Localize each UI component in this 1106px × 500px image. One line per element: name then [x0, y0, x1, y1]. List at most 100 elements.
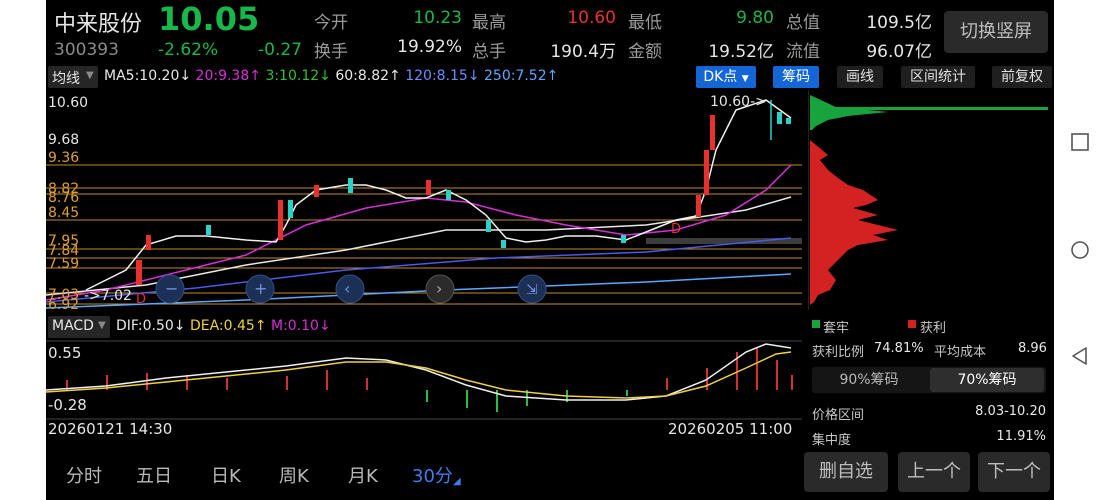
dropdown-icon: ▼	[98, 320, 106, 331]
minus-icon: −	[165, 279, 178, 298]
next-stock-button[interactable]: 下一个	[978, 452, 1050, 492]
concentration-label: 集中度	[812, 433, 852, 448]
stock-app: 中来股份 10.05 300393 -2.62% -0.27 今开 10.23 …	[46, 0, 1054, 500]
price-axis-top: 10.60	[48, 95, 89, 111]
price-range-label: 价格区间	[812, 408, 865, 423]
dk-marker: D	[136, 292, 147, 307]
tab-70-chips[interactable]: 70%筹码	[930, 368, 1044, 392]
remove-favorite-button[interactable]: 删自选	[804, 452, 888, 492]
stock-price: 10.05	[158, 0, 260, 38]
adjust-button[interactable]: 前复权	[992, 66, 1052, 88]
macd-chart[interactable]	[46, 340, 806, 420]
chevron-right-icon: ›	[436, 279, 442, 298]
corner-marker-icon: ◢	[453, 476, 461, 487]
ma3-value: 3:10.12↓	[265, 68, 331, 84]
ma5-value: MA5:10.20↓	[104, 68, 192, 84]
stat-value-high: 10.60	[567, 8, 616, 28]
dk-marker: D	[671, 222, 682, 237]
macd-dea: DEA:0.45↑	[189, 318, 267, 334]
change-value: -0.27	[258, 40, 302, 60]
trapped-chips-peak	[810, 107, 1048, 110]
tab-30min[interactable]: 30分	[412, 462, 453, 488]
stat-value-float: 96.07亿	[866, 42, 932, 62]
trapped-legend-swatch	[812, 320, 820, 328]
stat-label-volume: 总手	[472, 42, 506, 62]
concentration-value: 11.91%	[996, 429, 1046, 444]
ma120-value: 120:8.15↓	[405, 68, 480, 84]
high-price-marker: 10.60->	[710, 94, 767, 110]
chips-button[interactable]: 筹码	[773, 66, 819, 88]
profit-ratio-label: 获利比例	[812, 345, 865, 360]
profit-legend-label: 获利	[920, 321, 947, 336]
price-axis-label: 9.68	[48, 132, 80, 148]
stat-value-mktcap: 109.5亿	[866, 13, 932, 33]
stock-code: 300393	[54, 40, 119, 60]
avg-cost-value: 8.96	[1018, 341, 1047, 356]
price-range-value: 8.03-10.20	[975, 404, 1046, 419]
dropdown-icon: ▼	[741, 74, 749, 84]
home-icon[interactable]	[1070, 240, 1090, 260]
macd-selector-label: MACD	[52, 318, 94, 334]
tab-five-day[interactable]: 五日	[136, 462, 172, 488]
stat-label-amount: 金额	[628, 42, 662, 62]
ma250-value: 250:7.52↑	[484, 68, 559, 84]
stat-label-high: 最高	[472, 13, 506, 33]
recents-icon[interactable]	[1070, 132, 1090, 152]
plus-icon: +	[254, 279, 267, 298]
chips-tab-group: 90%筹码 70%筹码	[812, 367, 1046, 393]
kline-chart[interactable]: − + ‹ › ⇲	[46, 90, 806, 310]
dropdown-icon: ▼	[86, 70, 94, 81]
trapped-chips	[810, 95, 888, 130]
change-percent: -2.62%	[158, 40, 219, 60]
previous-stock-button[interactable]: 上一个	[898, 452, 970, 492]
profit-chips	[810, 140, 898, 305]
stat-label-open: 今开	[314, 13, 348, 33]
back-icon[interactable]	[1070, 346, 1090, 366]
macd-values: DIF:0.50↓ DEA:0.45↑ M:0.10↓	[116, 318, 331, 334]
price-axis-label: 9.36	[48, 150, 80, 166]
switch-portrait-button[interactable]: 切换竖屏	[944, 11, 1048, 53]
profit-ratio-value: 74.81%	[874, 341, 924, 356]
trapped-legend-label: 套牢	[823, 321, 850, 336]
ma-selector-label: 均线	[52, 71, 80, 87]
tab-weekly-k[interactable]: 周K	[279, 462, 309, 488]
chips-distribution-chart	[808, 90, 1048, 310]
macd-bars	[66, 348, 793, 412]
ma-selector[interactable]: 均线 ▼	[48, 66, 98, 88]
price-axis-label: 6.92	[48, 297, 80, 313]
stat-value-low: 9.80	[736, 8, 774, 28]
dk-point-button[interactable]: DK点 ▼	[696, 66, 756, 88]
ma-values: MA5:10.20↓ 20:9.38↑ 3:10.12↓ 60:8.82↑ 12…	[104, 68, 558, 84]
stat-value-turnover: 19.92%	[397, 37, 462, 57]
ma20-value: 20:9.38↑	[195, 68, 261, 84]
tab-monthly-k[interactable]: 月K	[348, 462, 378, 488]
system-nav-bar	[1054, 0, 1106, 500]
avg-cost-label: 平均成本	[934, 345, 987, 360]
ma60-value: 60:8.82↑	[335, 68, 401, 84]
tab-intraday[interactable]: 分时	[66, 462, 102, 488]
stat-label-turnover: 换手	[314, 42, 348, 62]
time-axis-start: 20260121 14:30	[48, 420, 173, 438]
dif-line	[46, 343, 792, 401]
macd-dif: DIF:0.50↓	[116, 318, 186, 334]
macd-selector[interactable]: MACD ▼	[48, 316, 110, 338]
stat-label-low: 最低	[628, 13, 662, 33]
macd-axis-bottom: -0.28	[48, 396, 87, 414]
time-axis-end: 20260205 11:00	[668, 420, 793, 438]
stat-label-mktcap: 总值	[786, 13, 820, 33]
draw-line-button[interactable]: 画线	[837, 66, 883, 88]
stat-value-volume: 190.4万	[550, 42, 616, 62]
tab-90-chips[interactable]: 90%筹码	[812, 367, 926, 393]
macd-m: M:0.10↓	[270, 318, 331, 334]
tab-daily-k[interactable]: 日K	[211, 462, 241, 488]
profit-legend-swatch	[908, 320, 916, 328]
stock-name: 中来股份	[54, 12, 143, 37]
dk-point-label: DK点	[703, 69, 738, 85]
stat-value-open: 10.23	[413, 8, 462, 28]
stat-value-amount: 19.52亿	[708, 42, 774, 62]
price-axis-label: 7.59	[48, 256, 80, 272]
range-stats-button[interactable]: 区间统计	[901, 66, 975, 88]
low-price-value: 7.02	[100, 288, 132, 304]
stat-label-float: 流值	[786, 42, 820, 62]
chevron-left-icon: ‹	[344, 279, 350, 298]
